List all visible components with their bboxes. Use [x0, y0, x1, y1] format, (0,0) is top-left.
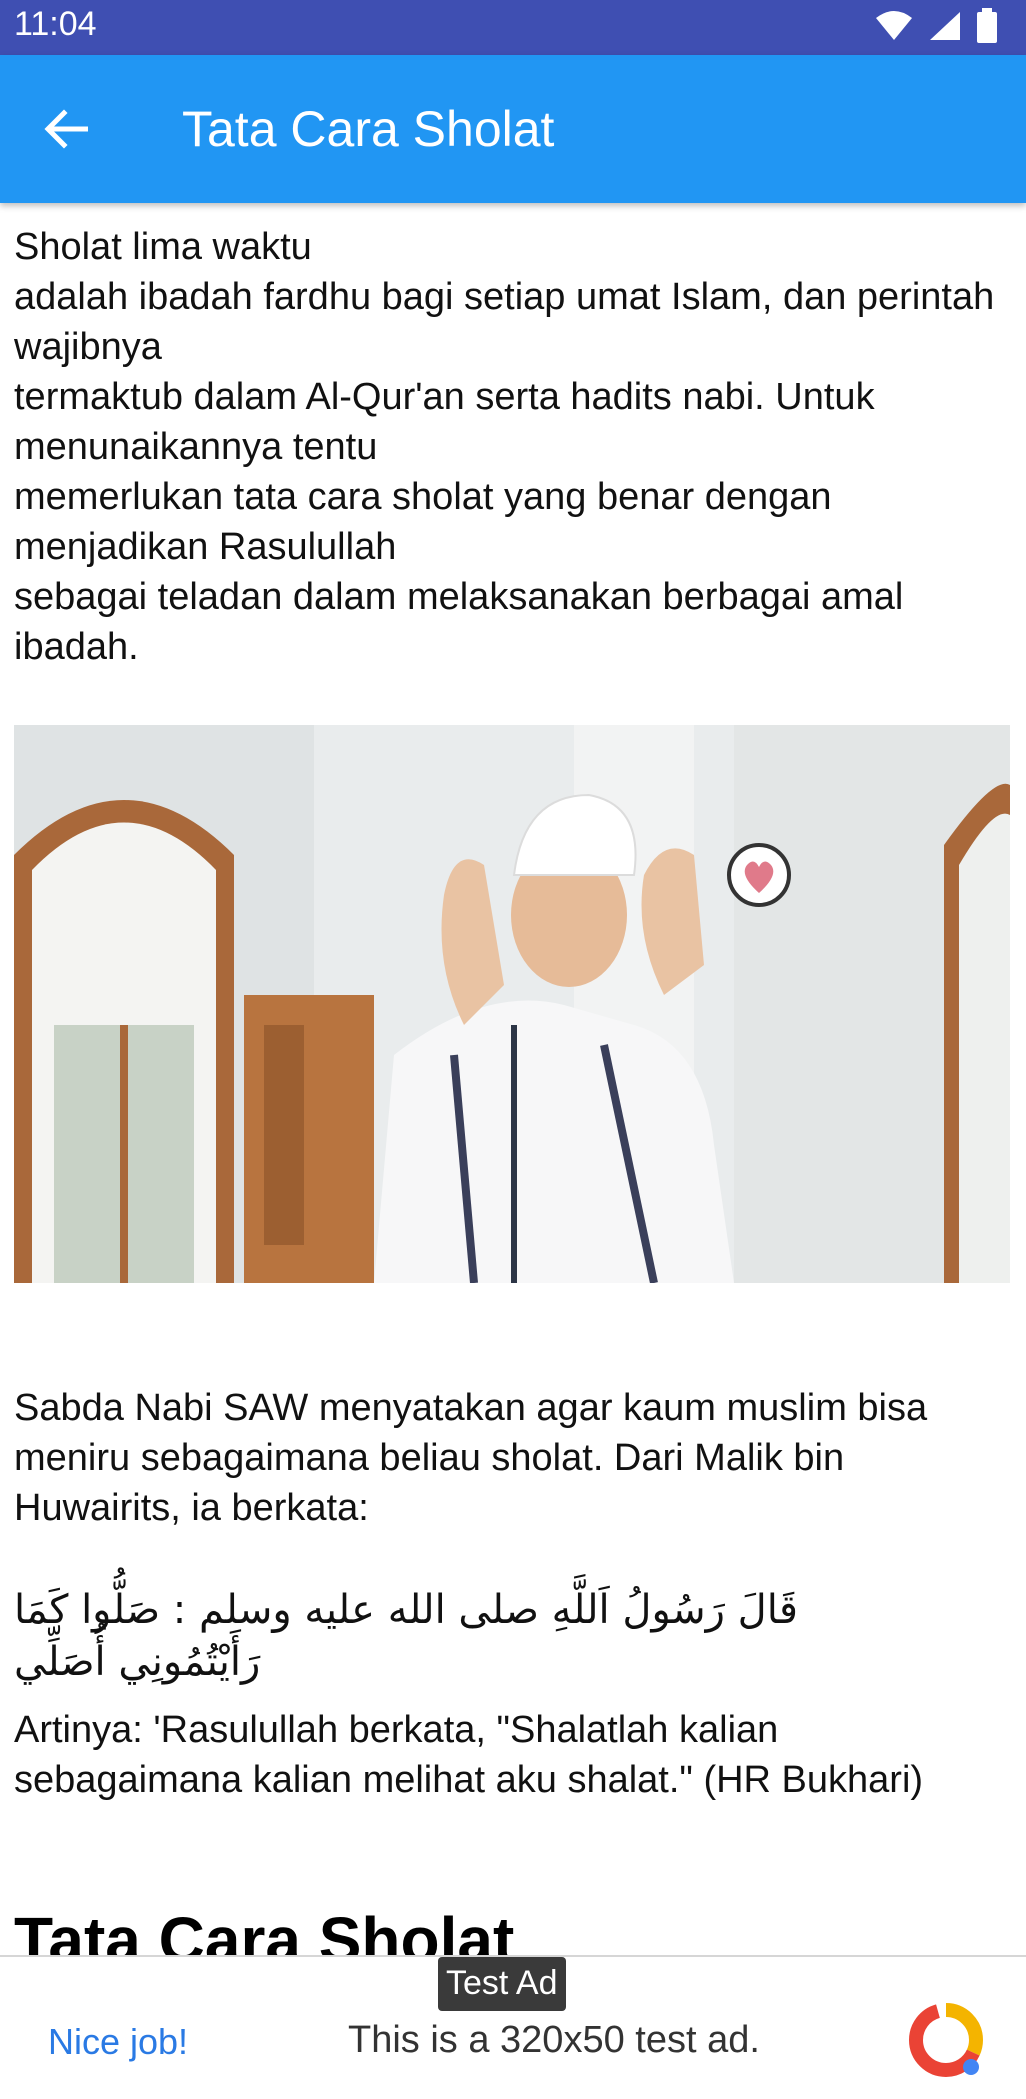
- page-title: Tata Cara Sholat: [182, 101, 555, 157]
- app-bar: Tata Cara Sholat: [0, 55, 1026, 203]
- signal-icon: [930, 12, 960, 40]
- article-body: Sholat lima waktu adalah ibadah fardhu b…: [14, 222, 1014, 672]
- hadith-intro-paragraph: Sabda Nabi SAW menyatakan agar kaum musl…: [14, 1387, 928, 1529]
- intro-paragraph: Sholat lima waktu adalah ibadah fardhu b…: [14, 226, 995, 668]
- status-time: 11:04: [14, 5, 97, 43]
- wifi-icon: [876, 11, 912, 40]
- battery-icon: [977, 8, 997, 43]
- ad-label: Test Ad: [438, 1957, 566, 2011]
- article-photo: [14, 725, 1010, 1283]
- status-bar: 11:04: [0, 0, 1026, 55]
- back-button[interactable]: [36, 99, 96, 159]
- arrow-left-icon: [44, 109, 88, 149]
- status-icons: [874, 8, 998, 44]
- arabic-hadith: قَالَ رَسُولُ اَللَّهِ صلى الله عليه وسل…: [14, 1587, 799, 1685]
- ad-text: This is a 320x50 test ad.: [348, 2019, 760, 2061]
- ad-banner[interactable]: Test Ad Nice job! This is a 320x50 test …: [0, 1955, 1026, 2099]
- ad-logo-icon: [909, 2003, 983, 2077]
- translation-paragraph: Artinya: 'Rasulullah berkata, "Shalatlah…: [14, 1709, 924, 1801]
- ad-nice-text: Nice job!: [48, 2021, 189, 2062]
- section-title: Tata Cara Sholat: [14, 1905, 515, 1957]
